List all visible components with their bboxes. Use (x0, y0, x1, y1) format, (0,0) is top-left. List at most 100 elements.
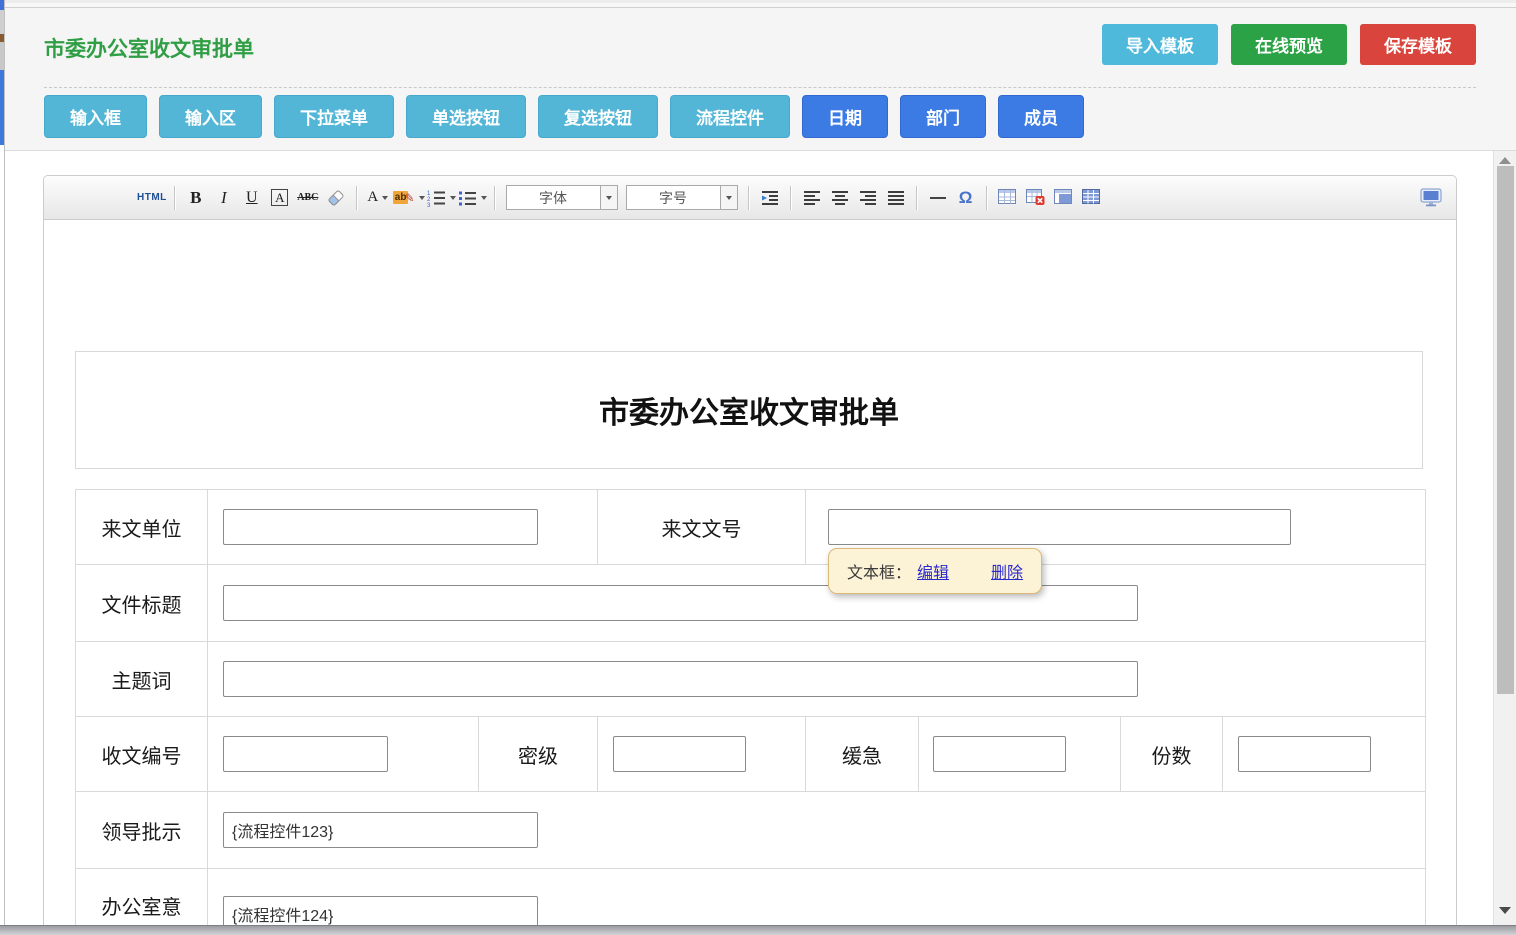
doc-number-label: 来文文号 (598, 490, 806, 565)
background-window-sliver (0, 0, 5, 935)
widget-textarea-button[interactable]: 输入区 (159, 95, 262, 138)
leader-comments-label: 领导批示 (76, 792, 208, 869)
edit-control-link[interactable]: 编辑 (917, 559, 949, 583)
secrecy-level-input[interactable] (613, 736, 746, 772)
cell-properties-button[interactable] (1079, 185, 1105, 211)
widget-input-box-button[interactable]: 输入框 (44, 95, 147, 138)
window-bottom-bar (0, 925, 1516, 935)
widget-flow-control-button[interactable]: 流程控件 (670, 95, 790, 138)
textbox-control-tooltip: 文本框： 编辑 删除 (828, 548, 1042, 594)
align-left-button[interactable] (799, 185, 825, 211)
toolbar-separator (748, 186, 750, 210)
document-form-table: 来文单位 来文文号 文件标题 主题词 收文编号 (75, 489, 1426, 925)
table-row: 办公室意 (76, 869, 1426, 926)
copies-cell (1223, 717, 1426, 792)
pencil-icon: ✎ (404, 191, 414, 205)
justify-icon (887, 189, 905, 207)
toolbar-separator (790, 186, 792, 210)
scrollbar-thumb[interactable] (1497, 166, 1514, 694)
table-row: 主题词 (76, 642, 1426, 717)
toolbar-separator (174, 186, 176, 210)
ordered-list-button[interactable]: 123 (427, 185, 456, 211)
table-row: 文件标题 (76, 565, 1426, 642)
italic-button[interactable]: I (211, 185, 237, 211)
font-size-select[interactable]: 字号 (626, 185, 738, 210)
bold-button[interactable]: B (183, 185, 209, 211)
sliver-segment (0, 70, 4, 145)
special-char-button[interactable]: Ω (953, 185, 979, 211)
font-size-dropdown-arrow[interactable] (720, 186, 737, 209)
fullscreen-monitor-icon (1420, 188, 1442, 207)
underline-button[interactable]: U (239, 185, 265, 211)
vertical-scrollbar[interactable] (1493, 151, 1516, 926)
remove-format-eraser-button[interactable] (323, 185, 349, 211)
scroll-down-arrow-icon[interactable] (1499, 907, 1511, 914)
horizontal-rule-button[interactable] (925, 185, 951, 211)
align-right-icon (859, 189, 877, 207)
align-right-button[interactable] (855, 185, 881, 211)
align-left-icon (803, 189, 821, 207)
subject-words-cell (208, 642, 1426, 717)
font-color-button[interactable]: A (365, 185, 391, 211)
toolbar-separator (356, 186, 358, 210)
widget-checkbox-button[interactable]: 复选按钮 (538, 95, 658, 138)
table-row: 来文单位 来文文号 (76, 490, 1426, 565)
subject-words-label: 主题词 (76, 642, 208, 717)
delete-control-link[interactable]: 删除 (991, 559, 1023, 583)
insert-table-icon (998, 189, 1017, 206)
online-preview-button[interactable]: 在线预览 (1231, 24, 1347, 65)
source-unit-cell (208, 490, 598, 565)
widget-member-button[interactable]: 成员 (998, 95, 1084, 138)
document-title: 市委办公室收文审批单 (599, 388, 899, 432)
widget-dropdown-button[interactable]: 下拉菜单 (274, 95, 394, 138)
align-center-button[interactable] (827, 185, 853, 211)
editor-content[interactable]: 市委办公室收文审批单 来文单位 来文文号 文件标题 (44, 220, 1456, 925)
html-source-button[interactable]: HTML (137, 185, 167, 211)
widget-department-button[interactable]: 部门 (900, 95, 986, 138)
font-family-select[interactable]: 字体 (506, 185, 618, 210)
import-template-button[interactable]: 导入模板 (1102, 24, 1218, 65)
scroll-up-arrow-icon[interactable] (1499, 157, 1511, 164)
highlight-color-button[interactable]: ab✎ (393, 185, 425, 211)
receipt-number-label: 收文编号 (76, 717, 208, 792)
office-opinion-flow-control-input[interactable] (223, 896, 538, 925)
indent-button[interactable] (757, 185, 783, 211)
page-title: 市委办公室收文审批单 (44, 33, 254, 63)
office-opinion-label: 办公室意 (76, 869, 208, 926)
insert-table-button[interactable] (995, 185, 1021, 211)
strikethrough-button[interactable]: ABC (295, 185, 321, 211)
chevron-down-icon (726, 196, 732, 200)
header-actions: 导入模板 在线预览 保存模板 (1102, 24, 1476, 65)
receipt-number-input[interactable] (223, 736, 388, 772)
fullscreen-button[interactable] (1418, 185, 1444, 211)
font-name-button[interactable]: A (267, 185, 293, 211)
table-row: 收文编号 密级 缓急 份数 (76, 717, 1426, 792)
doc-number-input[interactable] (828, 509, 1291, 545)
ordered-list-icon: 123 (427, 189, 446, 207)
unordered-list-button[interactable] (458, 185, 487, 211)
cell-properties-icon (1082, 189, 1101, 206)
toolbar-separator (916, 186, 918, 210)
toolbar-separator (986, 186, 988, 210)
widget-date-button[interactable]: 日期 (802, 95, 888, 138)
editor-toolbar: HTML B I U A ABC A ab✎ 123 (44, 176, 1456, 220)
delete-table-button[interactable] (1023, 185, 1049, 211)
table-properties-button[interactable] (1051, 185, 1077, 211)
urgency-input[interactable] (933, 736, 1066, 772)
chevron-down-icon (606, 196, 612, 200)
doc-title-label: 文件标题 (76, 565, 208, 642)
widget-radio-button[interactable]: 单选按钮 (406, 95, 526, 138)
svg-text:3: 3 (427, 203, 431, 207)
sliver-segment (0, 0, 4, 10)
save-template-button[interactable]: 保存模板 (1360, 24, 1476, 65)
source-unit-input[interactable] (223, 509, 538, 545)
window-top-edge (5, 0, 1516, 8)
chevron-down-icon (382, 196, 388, 200)
font-family-dropdown-arrow[interactable] (600, 186, 617, 209)
leader-comments-flow-control-input[interactable] (223, 812, 538, 848)
chevron-down-icon (481, 196, 487, 200)
subject-words-input[interactable] (223, 661, 1138, 697)
justify-button[interactable] (883, 185, 909, 211)
copies-input[interactable] (1238, 736, 1371, 772)
sliver-segment (0, 34, 4, 42)
